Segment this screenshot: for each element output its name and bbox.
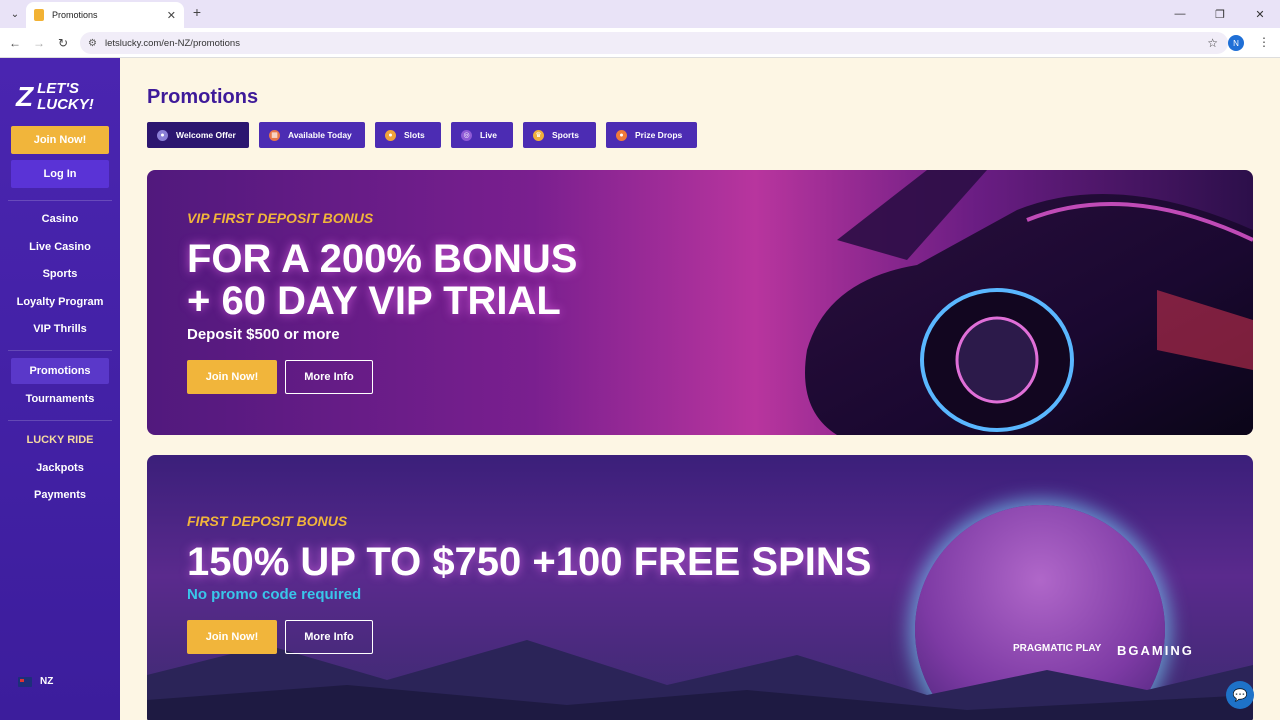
banner-headline: 150% UP TO $750 +100 FREE SPINS bbox=[187, 540, 872, 584]
favicon-icon bbox=[34, 9, 44, 21]
banner-eyebrow: FIRST DEPOSIT BONUS bbox=[187, 513, 348, 529]
close-icon[interactable]: ✕ bbox=[167, 9, 176, 22]
url-field[interactable]: ⚙ letslucky.com/en-NZ/promotions ☆ bbox=[80, 32, 1228, 54]
reload-icon[interactable]: ↻ bbox=[54, 34, 72, 52]
star-icon[interactable]: ☆ bbox=[1207, 36, 1218, 50]
bgaming-logo: BGAMING bbox=[1117, 643, 1194, 658]
divider bbox=[8, 200, 112, 201]
browser-tab-bar: ⌄ Promotions ✕ + — ❐ ✕ bbox=[0, 0, 1280, 28]
sidebar-item-vip-thrills[interactable]: VIP Thrills bbox=[11, 316, 109, 342]
sidebar-item-payments[interactable]: Payments bbox=[11, 482, 109, 508]
prize-drops-icon: ● bbox=[616, 129, 627, 141]
sidebar-item-lucky-ride[interactable]: LUCKY RIDE bbox=[11, 427, 109, 453]
logo-text: LET'S LUCKY! bbox=[37, 80, 94, 113]
filter-live[interactable]: ◎ Live bbox=[451, 122, 513, 148]
banner-more-info-button[interactable]: More Info bbox=[285, 360, 373, 394]
sidebar-join-button[interactable]: Join Now! bbox=[11, 126, 109, 154]
banner-headline-line2: + 60 DAY VIP TRIAL bbox=[187, 279, 561, 323]
filter-sports[interactable]: ♛ Sports bbox=[523, 122, 596, 148]
banner-headline: FOR A 200% BONUS bbox=[187, 237, 578, 281]
address-bar: ← → ↻ ⚙ letslucky.com/en-NZ/promotions ☆… bbox=[0, 28, 1280, 58]
sidebar-item-tournaments[interactable]: Tournaments bbox=[11, 386, 109, 412]
sidebar-item-loyalty[interactable]: Loyalty Program bbox=[11, 289, 109, 315]
pragmatic-play-logo: PRAGMATIC PLAY bbox=[1013, 643, 1102, 654]
plus-icon[interactable]: + bbox=[188, 4, 206, 20]
profile-avatar[interactable]: N bbox=[1228, 35, 1244, 51]
logo-mark-icon: Z bbox=[16, 81, 34, 112]
trophy-icon: ♛ bbox=[533, 129, 544, 141]
banner-more-info-button[interactable]: More Info bbox=[285, 620, 373, 654]
promo-banner-first-deposit: FIRST DEPOSIT BONUS 150% UP TO $750 +100… bbox=[147, 455, 1253, 720]
site-info-icon[interactable]: ⚙ bbox=[88, 38, 97, 49]
url-text[interactable]: letslucky.com/en-NZ/promotions bbox=[105, 38, 1199, 49]
window-controls: — ❐ ✕ bbox=[1160, 0, 1280, 28]
chat-icon[interactable]: 💬 bbox=[1226, 681, 1254, 709]
filter-welcome-offer[interactable]: ● Welcome Offer bbox=[147, 122, 249, 148]
banner-eyebrow: VIP FIRST DEPOSIT BONUS bbox=[187, 210, 374, 226]
sidebar-item-promotions[interactable]: Promotions bbox=[11, 358, 109, 384]
welcome-offer-icon: ● bbox=[157, 129, 168, 141]
filter-prize-drops[interactable]: ● Prize Drops bbox=[606, 122, 697, 148]
page-title: Promotions bbox=[147, 86, 259, 108]
slots-icon: ● bbox=[385, 129, 396, 141]
filter-available-today[interactable]: ▦ Available Today bbox=[259, 122, 365, 148]
sports-car-image bbox=[805, 170, 1253, 435]
restore-icon[interactable]: ❐ bbox=[1200, 0, 1240, 28]
banner-subtitle: Deposit $500 or more bbox=[187, 326, 340, 343]
main-content: Promotions ● Welcome Offer ▦ Available T… bbox=[120, 58, 1280, 720]
sidebar: Z LET'S LUCKY! Join Now! Log In Casino L… bbox=[0, 58, 120, 720]
promo-banner-vip: VIP FIRST DEPOSIT BONUS FOR A 200% BONUS… bbox=[147, 170, 1253, 435]
calendar-icon: ▦ bbox=[269, 129, 280, 141]
banner-join-button[interactable]: Join Now! bbox=[187, 620, 277, 654]
live-icon: ◎ bbox=[461, 129, 472, 141]
banner-subtitle: No promo code required bbox=[187, 586, 362, 603]
sidebar-item-live-casino[interactable]: Live Casino bbox=[11, 234, 109, 260]
filter-slots[interactable]: ● Slots bbox=[375, 122, 441, 148]
arrow-left-icon[interactable]: ← bbox=[6, 34, 24, 52]
locale-selector[interactable]: NZ bbox=[18, 676, 53, 687]
sidebar-item-jackpots[interactable]: Jackpots bbox=[11, 455, 109, 481]
sidebar-item-casino[interactable]: Casino bbox=[11, 206, 109, 232]
chevron-down-icon[interactable]: ⌄ bbox=[6, 5, 24, 23]
kebab-icon[interactable]: ⋮ bbox=[1258, 35, 1270, 49]
divider bbox=[8, 420, 112, 421]
logo[interactable]: Z LET'S LUCKY! bbox=[16, 76, 106, 118]
arrow-right-icon[interactable]: → bbox=[30, 34, 48, 52]
banner-join-button[interactable]: Join Now! bbox=[187, 360, 277, 394]
divider bbox=[8, 350, 112, 351]
nz-flag-icon bbox=[18, 676, 32, 687]
sidebar-login-button[interactable]: Log In bbox=[11, 160, 109, 188]
browser-tab[interactable]: Promotions ✕ bbox=[26, 2, 184, 28]
sidebar-item-sports[interactable]: Sports bbox=[11, 261, 109, 287]
locale-label: NZ bbox=[40, 676, 54, 687]
minimize-icon[interactable]: — bbox=[1160, 0, 1200, 28]
tab-title: Promotions bbox=[52, 10, 98, 20]
window-close-icon[interactable]: ✕ bbox=[1240, 0, 1280, 28]
